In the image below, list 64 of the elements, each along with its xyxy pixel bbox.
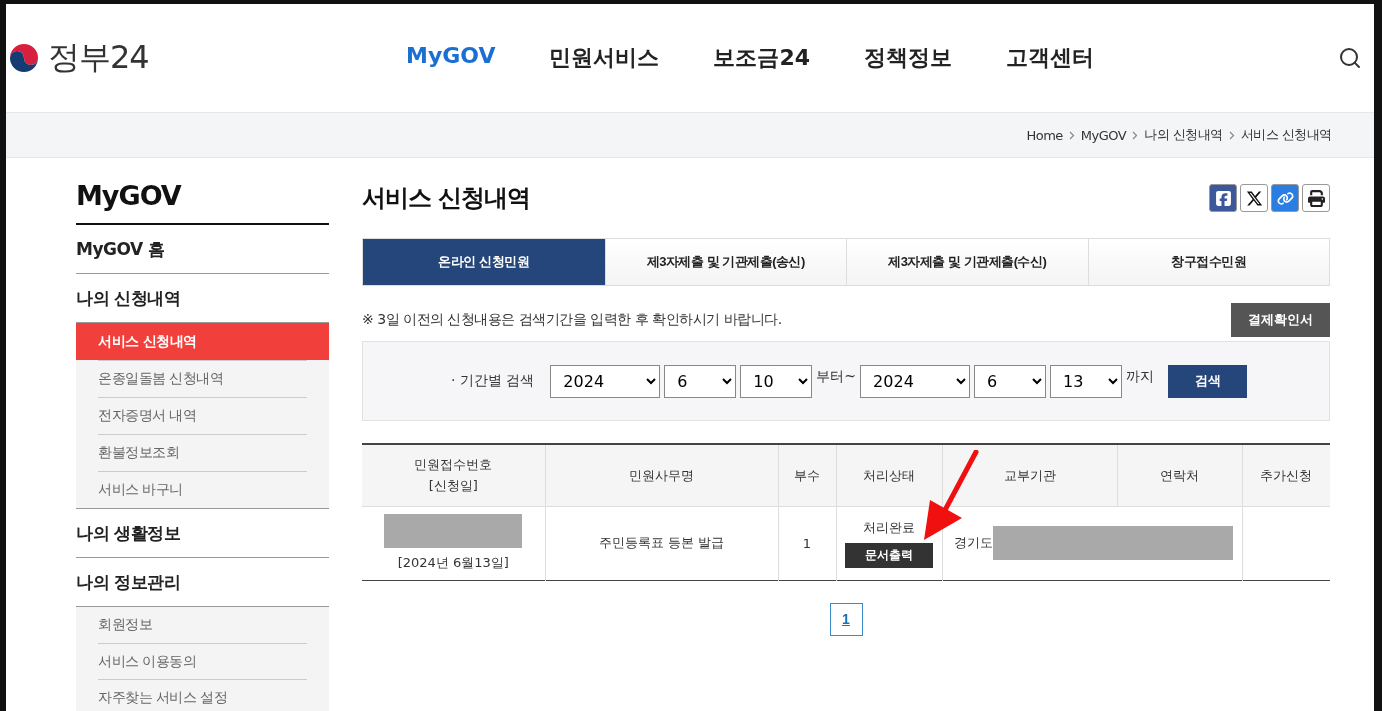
date-select[interactable]: 13 [1050, 364, 1123, 398]
x-button[interactable] [1240, 184, 1268, 212]
date-select[interactable]: 2024 [550, 364, 661, 398]
notice-text: ※ 3일 이전의 신청내용은 검색기간을 입력한 후 확인하시기 바랍니다. [362, 311, 782, 329]
nav-link[interactable]: 보조금24 [713, 43, 811, 73]
date-text: [2024년 6월13일] [397, 554, 509, 572]
page-button[interactable]: 1 [829, 602, 863, 636]
sidebar-item[interactable]: 회원정보 [98, 607, 307, 643]
breadcrumb-link[interactable]: 서비스 신청내역 [1240, 126, 1332, 144]
sidebar-item[interactable]: 전자증명서 내역 [98, 397, 307, 434]
search-icon[interactable] [1338, 46, 1362, 70]
date-select[interactable]: 6 [664, 364, 737, 398]
column-header: 교부기관 [942, 444, 1117, 506]
column-header: 부수 [778, 444, 836, 506]
table-cell: 1 [778, 506, 836, 580]
x-icon [1245, 189, 1263, 207]
column-header: 민원접수번호 [신청일] [362, 444, 545, 506]
nav-link[interactable]: 고객센터 [1006, 43, 1095, 73]
sidebar-item[interactable]: 서비스 이용동의 [98, 643, 307, 679]
breadcrumb-link[interactable]: Home [1026, 127, 1063, 143]
print-button[interactable] [1302, 184, 1330, 212]
sidebar-section[interactable]: 나의 생활정보 [76, 509, 329, 558]
page-title: 서비스 신청내역 [362, 183, 531, 214]
sidebar-item[interactable]: 자주찾는 서비스 설정 [98, 679, 307, 711]
column-header: 연락처 [1117, 444, 1242, 506]
table-cell: 주민등록표 등본 발급 [545, 506, 778, 580]
tab[interactable]: 제3자제출 및 기관제출(송신) [604, 239, 846, 285]
search-label: · 기간별 검색 [451, 372, 535, 390]
breadcrumb-link[interactable]: MyGOV [1080, 127, 1127, 143]
facebook-icon [1214, 189, 1232, 207]
sidebar-item[interactable]: 서비스 신청내역 [76, 323, 329, 360]
tab[interactable]: 제3자제출 및 기관제출(수신) [846, 239, 1088, 285]
receipt-button[interactable]: 결제확인서 [1231, 303, 1330, 337]
column-header: 민원사무명 [545, 444, 778, 506]
link-button[interactable] [1271, 184, 1299, 212]
link-icon [1276, 189, 1294, 207]
sidebar-item[interactable]: 온종일돌봄 신청내역 [98, 360, 307, 397]
status-text: 처리완료 [863, 518, 915, 537]
breadcrumb-link[interactable]: 나의 신청내역 [1144, 126, 1223, 144]
facebook-button[interactable] [1209, 184, 1237, 212]
range-label: 까지 [1126, 368, 1155, 386]
printer-icon [1307, 189, 1325, 207]
column-header: 처리상태 [836, 444, 942, 506]
sidebar-item[interactable]: 환불정보조회 [98, 434, 307, 471]
search-button[interactable]: 검색 [1168, 364, 1248, 398]
logo-text[interactable]: 정부24 [48, 36, 149, 80]
nav-link[interactable]: MyGOV [406, 43, 496, 73]
chevron-icon [1228, 130, 1235, 140]
sidebar-title: MyGOV [76, 158, 329, 225]
range-label: 부터~ [816, 368, 857, 386]
date-select[interactable]: 10 [740, 364, 813, 398]
sidebar-section[interactable]: MyGOV 홈 [76, 225, 329, 274]
chevron-icon [1132, 130, 1139, 140]
date-select[interactable]: 6 [974, 364, 1047, 398]
nav-link[interactable]: 민원서비스 [549, 43, 660, 73]
sidebar-item[interactable]: 서비스 바구니 [98, 471, 307, 508]
tab[interactable]: 온라인 신청민원 [363, 239, 605, 285]
date-select[interactable]: 2024 [860, 364, 971, 398]
nav-link[interactable]: 정책정보 [864, 43, 953, 73]
column-header: 추가신청 [1242, 444, 1330, 506]
tab[interactable]: 창구접수민원 [1087, 239, 1329, 285]
chevron-icon [1068, 130, 1075, 140]
agency-text: 경기도 [953, 534, 993, 552]
print-document-button[interactable]: 문서출력 [845, 542, 933, 568]
